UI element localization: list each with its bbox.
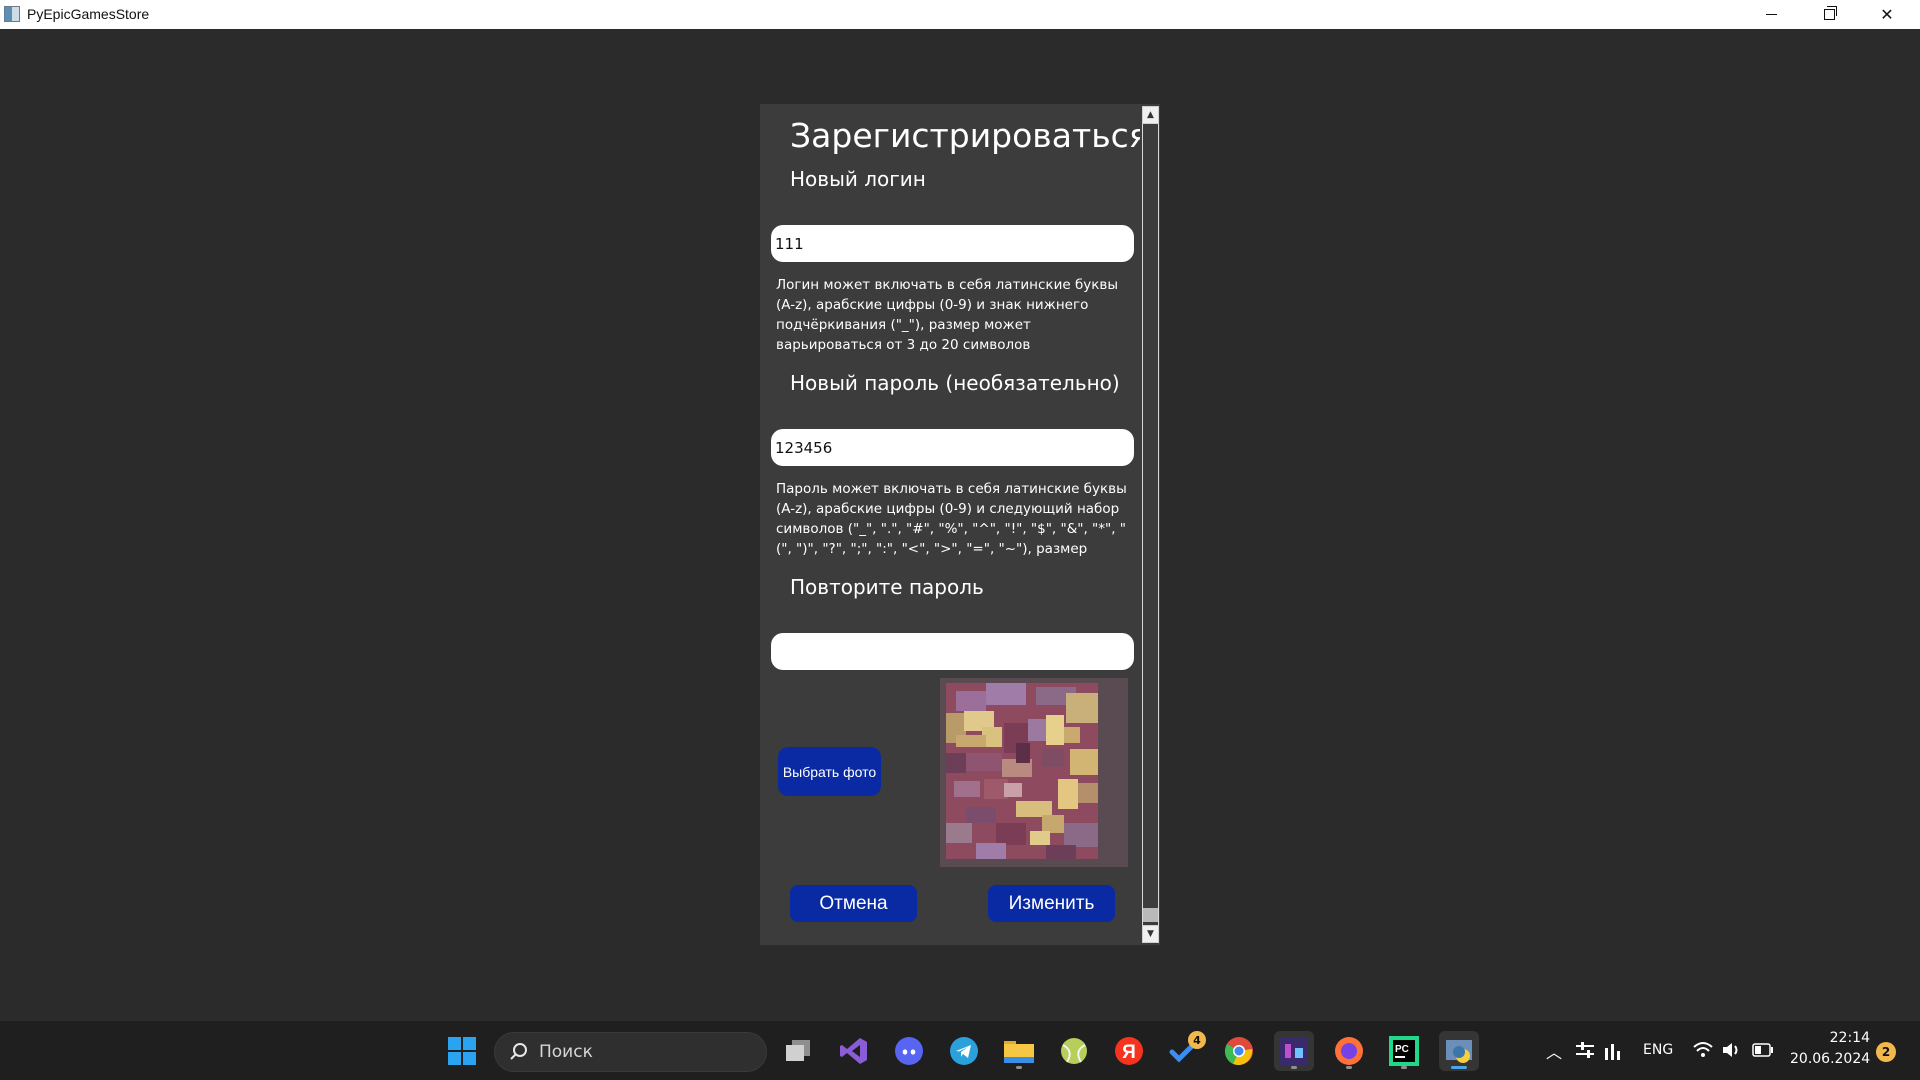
avatar-image (946, 683, 1098, 859)
scroll-up-icon[interactable]: ▲ (1142, 106, 1159, 124)
scroll-down-icon[interactable]: ▼ (1142, 925, 1159, 943)
task-view-icon[interactable] (778, 1031, 818, 1071)
telegram-icon[interactable] (944, 1031, 984, 1071)
visual-studio-icon[interactable] (834, 1031, 874, 1071)
taskbar: Поиск Я 4 PC ︿ ENG 22:14 20.06.2024 2 (0, 1020, 1920, 1080)
svg-text:PC: PC (1395, 1044, 1409, 1055)
restore-button[interactable] (1800, 0, 1858, 29)
close-icon: ✕ (1880, 5, 1894, 24)
search-icon (510, 1043, 527, 1060)
search-placeholder: Поиск (539, 1042, 593, 1062)
minimize-button[interactable] (1742, 0, 1800, 29)
registration-panel: Зарегистрироваться Новый логин Логин мож… (760, 104, 1160, 945)
close-button[interactable]: ✕ (1858, 0, 1916, 29)
todo-icon[interactable]: 4 (1164, 1031, 1206, 1071)
game-icon[interactable] (1274, 1031, 1314, 1071)
running-indicator (1346, 1066, 1352, 1069)
scroll-track[interactable] (1142, 106, 1159, 943)
pycharm-icon[interactable]: PC (1384, 1031, 1424, 1071)
performance-icon[interactable] (1604, 1042, 1624, 1060)
notification-badge[interactable]: 2 (1876, 1042, 1896, 1062)
repeat-password-input[interactable] (771, 633, 1134, 670)
chevron-up-icon[interactable]: ︿ (1546, 1039, 1562, 1063)
windows-start-icon[interactable] (442, 1031, 482, 1071)
title-bar: PyEpicGamesStore ✕ (0, 0, 1920, 29)
svg-text:Я: Я (1122, 1042, 1136, 1063)
todo-badge: 4 (1188, 1031, 1206, 1049)
choose-photo-button[interactable]: Выбрать фото (778, 747, 881, 796)
running-indicator (1016, 1066, 1022, 1069)
clock-date[interactable]: 20.06.2024 (1790, 1051, 1870, 1067)
password-input[interactable] (771, 429, 1134, 466)
battery-icon[interactable] (1752, 1043, 1774, 1057)
clock-time[interactable]: 22:14 (1820, 1030, 1870, 1046)
tennis-ball-icon[interactable] (1054, 1031, 1094, 1071)
restore-icon (1823, 6, 1837, 20)
yandex-icon[interactable]: Я (1109, 1031, 1149, 1071)
wifi-icon[interactable] (1693, 1041, 1713, 1059)
login-input[interactable] (771, 225, 1134, 262)
change-button[interactable]: Изменить (988, 885, 1115, 922)
discord-icon[interactable] (889, 1031, 929, 1071)
login-label: Новый логин (790, 167, 926, 191)
chrome-icon[interactable] (1219, 1031, 1259, 1071)
python-app-icon[interactable] (1439, 1031, 1479, 1071)
language-indicator[interactable]: ENG (1643, 1042, 1673, 1058)
minimize-icon (1765, 14, 1777, 15)
scroll-thumb[interactable] (1143, 908, 1158, 922)
repeat-password-label: Повторите пароль (790, 575, 984, 599)
page-title: Зарегистрироваться (790, 116, 1149, 155)
file-explorer-icon[interactable] (999, 1031, 1039, 1071)
window-title: PyEpicGamesStore (27, 6, 150, 22)
network-settings-icon[interactable] (1576, 1042, 1596, 1060)
running-indicator (1401, 1066, 1407, 1069)
cancel-button[interactable]: Отмена (790, 885, 917, 922)
active-indicator (1451, 1066, 1467, 1069)
avatar-preview (940, 678, 1128, 867)
app-icon (4, 6, 20, 22)
running-indicator (1291, 1066, 1297, 1069)
volume-icon[interactable] (1722, 1041, 1742, 1059)
password-label: Новый пароль (необязательно) (790, 371, 1120, 395)
firefox-icon[interactable] (1329, 1031, 1369, 1071)
taskbar-search[interactable]: Поиск (494, 1032, 767, 1072)
vertical-scrollbar[interactable]: ▲ ▼ (1140, 104, 1160, 945)
login-hint: Логин может включать в себя латинские бу… (776, 277, 1119, 353)
password-hint: Пароль может включать в себя латинские б… (776, 481, 1127, 557)
